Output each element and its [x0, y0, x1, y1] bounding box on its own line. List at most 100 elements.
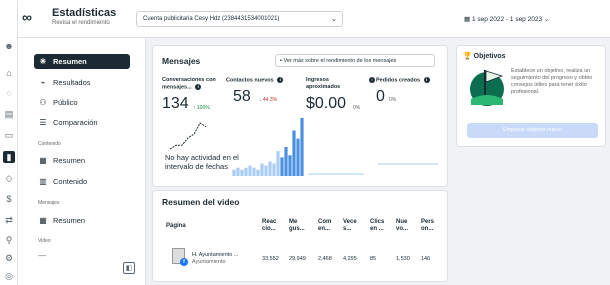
contactos-bar [268, 161, 272, 176]
no-activity-message: No hay actividad en el intervalo de fech… [165, 153, 239, 171]
nav-item-contenido-resumen[interactable]: ▦ Resumen [34, 153, 130, 168]
collapse-sidebar-icon[interactable]: ◧ [123, 262, 135, 274]
metric-delta-conversaciones: ↑ 100% [193, 105, 210, 111]
cell-clics: 85 [370, 256, 377, 262]
contactos-bar [292, 130, 296, 176]
nav-item-contenido[interactable]: ▥ Contenido [34, 174, 130, 189]
insights-icon[interactable]: ▮ [3, 151, 15, 163]
nav-item-label: Resultados [53, 78, 91, 87]
posts-icon[interactable]: ▭ [3, 129, 15, 141]
goal-flag-illustration [470, 70, 504, 106]
date-range-label: 1 sep 2022 - 1 sep 2023 [471, 16, 543, 23]
inbox-icon[interactable]: ⇄ [3, 214, 15, 226]
objetivos-description: Establece un objetivo, realiza un seguim… [511, 68, 593, 95]
info-icon[interactable]: i [423, 77, 430, 83]
metric-label-text: Pedidos creados [376, 77, 421, 84]
nav-item-label: Resumen [53, 156, 86, 165]
page-category: Ayuntamiento [192, 259, 226, 265]
contactos-bar [252, 167, 256, 176]
objetivos-title-text: Objetivos [473, 53, 506, 60]
mensajes-performance-link-label: Ver más sobre el rendimiento de los mens… [283, 58, 397, 64]
help-icon[interactable]: ◎ [3, 270, 15, 282]
grid-icon: ▦ [39, 156, 47, 165]
cell-reacciones: 33,552 [262, 256, 279, 262]
info-icon[interactable]: i [195, 83, 202, 90]
metric-label-text: Conversaciones con mensajes... [162, 77, 216, 90]
mensajes-performance-link[interactable]: ▪ Ver más sobre el rendimiento de los me… [275, 54, 435, 67]
avatar[interactable]: ☻ [3, 40, 15, 52]
contactos-bar [272, 163, 276, 176]
calendar-icon: ▦ [464, 16, 472, 23]
contactos-bar [264, 165, 268, 176]
account-select-label: Cuenta publicitaria Cesy Hdz (2384431534… [143, 16, 280, 22]
start-goal-button[interactable]: Empezar objetivo nuevo [467, 123, 598, 138]
grid-icon: ▦ [39, 216, 47, 225]
chevron-down-icon: ⌄ [331, 16, 337, 23]
column-header-pagina[interactable]: Página [166, 223, 186, 230]
people-icon: ⚇ [39, 98, 47, 107]
nav-item-resultados[interactable]: ⌁ Resultados [34, 75, 130, 90]
info-icon[interactable]: i [369, 77, 375, 83]
compare-icon: ☰ [39, 118, 47, 127]
account-select[interactable]: Cuenta publicitaria Cesy Hdz (2384431534… [136, 11, 343, 27]
contactos-bar [300, 118, 304, 176]
trend-icon: ⌁ [40, 78, 46, 87]
search-icon[interactable]: ⚲ [3, 234, 15, 246]
nav-section-contenido: Contenido [38, 141, 61, 147]
nav-item-label: Resumen [53, 216, 86, 225]
nav-item-mensajes-resumen[interactable]: ▦ Resumen [34, 213, 130, 228]
video-summary-title: Resumen del video [162, 197, 240, 207]
trophy-icon: 🏆 [463, 53, 474, 60]
home-icon[interactable]: ⌂ [3, 67, 15, 79]
billing-icon[interactable]: $ [3, 193, 15, 205]
info-icon[interactable]: i [277, 77, 284, 83]
column-header-nuevos[interactable]: Nue vo... [396, 219, 416, 233]
metric-delta-pedidos: 0% [389, 97, 397, 103]
objetivos-title: 🏆 Objetivos [463, 52, 506, 60]
contactos-bar [288, 155, 292, 176]
metric-value-pedidos: 0 [376, 88, 385, 105]
facebook-icon: f [180, 258, 188, 266]
notifications-icon[interactable]: ◌ [3, 87, 15, 99]
meta-logo-icon: ∞ [22, 9, 32, 25]
cell-comentarios: 2,468 [318, 256, 332, 262]
nav-item-publico[interactable]: ⚇ Público [34, 95, 130, 110]
date-range-picker[interactable]: ▦ 1 sep 2022 - 1 sep 2023 ⌄ [458, 11, 605, 27]
nav-video-placeholder: — [38, 251, 46, 260]
metric-label-ingresos: Ingresos aproximados [306, 77, 341, 90]
pedidos-sparkline [378, 163, 438, 165]
page-subtitle: Revisa el rendimiento [52, 20, 110, 26]
metric-delta-contactos: ↓ 44.3% [259, 97, 278, 103]
column-header-comentarios[interactable]: Com en... [318, 219, 338, 233]
nav-item-label: Comparación [53, 118, 98, 127]
conversaciones-sparkline-line [169, 122, 207, 150]
column-header-clics[interactable]: Clics en ... [370, 219, 390, 233]
settings-icon[interactable]: ⚙ [3, 252, 15, 264]
nav-item-resumen[interactable]: ✳ Resumen [34, 54, 130, 69]
contactos-bar [296, 138, 300, 176]
contactos-bar [280, 157, 284, 176]
metric-value-conversaciones: 134 [162, 95, 189, 112]
metric-label-pedidos: Pedidos creados i [376, 77, 446, 84]
nav-section-video: Video [38, 238, 51, 244]
metric-value-ingresos: $0.00 [306, 95, 347, 112]
table-row[interactable]: H. Ayuntamiento ... Ayuntamiento [192, 252, 238, 266]
ingresos-sparkline [308, 173, 364, 175]
column-header-reacciones[interactable]: Reac cio... [262, 219, 282, 233]
metric-delta-ingresos: 0% [353, 105, 361, 111]
metric-value-contactos: 58 [233, 88, 251, 105]
nav-item-comparacion[interactable]: ☰ Comparación [34, 115, 130, 130]
nav-section-mensajes: Mensajes [38, 200, 60, 206]
contactos-bar [248, 165, 252, 176]
contactos-bar [284, 147, 288, 176]
conversaciones-sparkline [169, 122, 207, 150]
ads-icon[interactable]: ◇ [3, 172, 15, 184]
metric-label-contactos: Contactos nuevos i [226, 77, 306, 84]
page-title: Estadísticas [52, 7, 117, 19]
calendar-icon[interactable]: ▤ [3, 108, 15, 120]
table-icon: ▥ [39, 177, 47, 186]
column-header-veces[interactable]: Vece s... [343, 219, 363, 233]
nav-item-label: Contenido [53, 177, 88, 186]
column-header-personas[interactable]: Pers on... [421, 219, 441, 233]
column-header-me-gusta[interactable]: Me gus... [289, 219, 309, 233]
